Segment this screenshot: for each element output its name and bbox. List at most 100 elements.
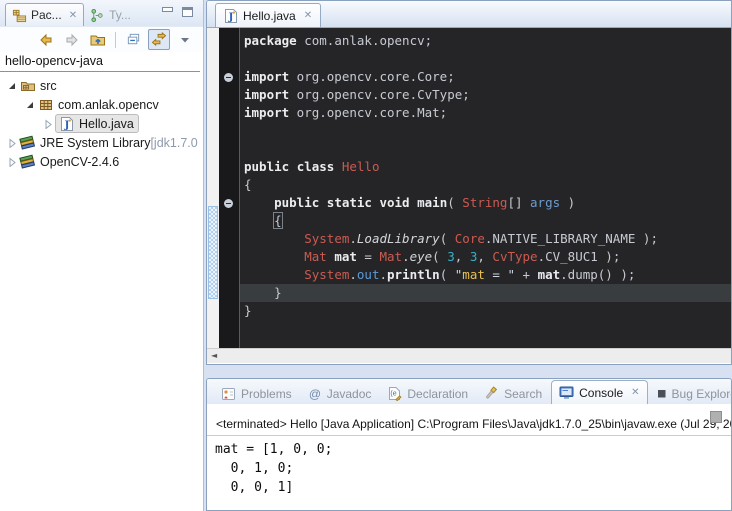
code-token: LoadLibrary xyxy=(357,231,440,246)
tree-item-jre-system-library[interactable]: JRE System Library [jdk1.7.0 xyxy=(0,133,203,152)
marker-bar xyxy=(207,28,219,348)
code-token: args xyxy=(530,195,560,210)
svg-text:@: @ xyxy=(309,387,321,401)
back-icon xyxy=(38,32,54,48)
link-with-editor-button[interactable] xyxy=(148,29,170,50)
problems-icon xyxy=(221,386,236,401)
code-token: Mat xyxy=(304,249,327,264)
tree-item-label: src xyxy=(40,79,57,93)
code-token: out xyxy=(357,267,380,282)
go-up-button[interactable] xyxy=(87,29,109,50)
tree-item-opencv-2-4-6[interactable]: OpenCV-2.4.6 xyxy=(0,152,203,171)
project-root-label[interactable]: hello-opencv-java xyxy=(0,52,200,72)
collapse-all-button[interactable] xyxy=(122,29,144,50)
code-line: { xyxy=(240,212,731,230)
minimize-icon[interactable] xyxy=(162,7,173,17)
code-token: ( xyxy=(447,195,462,210)
code-token: mat xyxy=(334,249,357,264)
code-token: println xyxy=(387,267,440,282)
console-tab-declaration[interactable]: (eDeclaration xyxy=(380,383,475,404)
tree-expander-expanded-icon[interactable] xyxy=(6,80,17,91)
tree-item-src[interactable]: src xyxy=(0,76,203,95)
code-token: [] xyxy=(507,195,530,210)
code-token: org.opencv.core.CvType; xyxy=(289,87,470,102)
console-tab-label: Javadoc xyxy=(327,387,372,401)
code-token: { xyxy=(244,177,252,192)
code-line: public static void main( String[] args ) xyxy=(240,194,731,212)
code-token: import xyxy=(244,69,289,84)
code-token: .CV_8UC1 ); xyxy=(538,249,621,264)
code-token: eye xyxy=(410,249,433,264)
view-tab-ty[interactable]: Ty... xyxy=(84,4,137,26)
code-line xyxy=(240,122,731,140)
console-tab-javadoc[interactable]: @ Javadoc xyxy=(301,383,379,404)
tree-expander-expanded-icon[interactable] xyxy=(24,99,35,110)
code-token: mat xyxy=(462,267,485,282)
editor-tab-hello-java[interactable]: J Hello.java ✕ xyxy=(215,3,321,27)
close-icon[interactable]: ✕ xyxy=(631,387,639,398)
console-tab-label: Bug Explorer xyxy=(672,387,732,401)
code-line: import org.opencv.core.CvType; xyxy=(240,86,731,104)
view-tab-pac[interactable]: Pac... ✕ xyxy=(5,3,84,26)
editor-tab-bar: J Hello.java ✕ xyxy=(207,1,731,28)
code-token: com.anlak.opencv; xyxy=(297,33,432,48)
console-content: <terminated> Hello [Java Application] C:… xyxy=(207,404,731,497)
code-token xyxy=(289,159,297,174)
code-token: main xyxy=(417,195,447,210)
console-tab-label: Declaration xyxy=(407,387,468,401)
package-explorer-icon xyxy=(12,8,27,23)
console-output-line: 0, 1, 0; xyxy=(215,459,731,478)
console-tab-label: Console xyxy=(579,386,623,400)
view-tab-label: Ty... xyxy=(109,8,131,22)
library-icon xyxy=(19,154,36,170)
horizontal-scrollbar[interactable]: ◄ xyxy=(207,348,731,363)
maximize-icon[interactable] xyxy=(182,7,193,17)
console-tab-label: Problems xyxy=(241,387,292,401)
fold-marker-icon[interactable] xyxy=(224,199,233,208)
code-area[interactable]: package com.anlak.opencv;import org.open… xyxy=(240,28,731,348)
code-token: import xyxy=(244,87,289,102)
view-window-buttons xyxy=(162,7,193,17)
tree-item-label: com.anlak.opencv xyxy=(58,98,159,112)
close-icon[interactable]: ✕ xyxy=(69,10,77,21)
code-line: System.out.println( "mat = " + mat.dump(… xyxy=(240,266,731,284)
code-token: . xyxy=(379,267,387,282)
scroll-left-arrow-icon[interactable]: ◄ xyxy=(211,351,217,360)
code-token: public xyxy=(274,195,319,210)
tree-expander-collapsed-icon[interactable] xyxy=(42,118,53,129)
console-panel: Problems@Javadoc(eDeclarationSearchConso… xyxy=(206,378,732,511)
console-tab-search[interactable]: Search xyxy=(477,383,549,404)
view-menu-button[interactable] xyxy=(174,29,196,50)
terminate-icon[interactable] xyxy=(710,411,722,423)
console-tab-bug-explorer[interactable]: Bug Explorer xyxy=(650,383,732,404)
console-tab-console[interactable]: Console ✕ xyxy=(551,380,647,404)
code-line: public class Hello xyxy=(240,158,731,176)
code-token: System xyxy=(304,231,349,246)
code-token xyxy=(244,267,304,282)
explorer-toolbar xyxy=(0,27,203,52)
code-token: Hello xyxy=(342,159,380,174)
tree-item-label: Hello.java xyxy=(79,117,134,131)
console-tab-problems[interactable]: Problems xyxy=(214,383,299,404)
code-token: .dump() ); xyxy=(560,267,635,282)
console-process-title: <terminated> Hello [Java Application] C:… xyxy=(207,404,731,436)
view-tab-label: Pac... xyxy=(31,8,62,22)
code-token: class xyxy=(297,159,335,174)
code-line: import org.opencv.core.Core; xyxy=(240,68,731,86)
back-button[interactable] xyxy=(35,29,57,50)
code-line: Mat mat = Mat.eye( 3, 3, CvType.CV_8UC1 … xyxy=(240,248,731,266)
close-icon[interactable]: ✕ xyxy=(304,10,312,21)
tree-item-hello-java[interactable]: JHello.java xyxy=(0,114,203,133)
tree-item-com-anlak-opencv[interactable]: com.anlak.opencv xyxy=(0,95,203,114)
fold-marker-icon[interactable] xyxy=(224,73,233,82)
console-output[interactable]: mat = [1, 0, 0; 0, 1, 0; 0, 0, 1] xyxy=(207,436,731,497)
code-token: . xyxy=(349,231,357,246)
code-token xyxy=(244,213,274,228)
forward-button[interactable] xyxy=(61,29,83,50)
tree-expander-collapsed-icon[interactable] xyxy=(6,137,17,148)
code-token: import xyxy=(244,105,289,120)
tree-expander-collapsed-icon[interactable] xyxy=(6,156,17,167)
code-token: Mat xyxy=(379,249,402,264)
code-token: . xyxy=(349,267,357,282)
toolbar-separator xyxy=(115,32,116,48)
